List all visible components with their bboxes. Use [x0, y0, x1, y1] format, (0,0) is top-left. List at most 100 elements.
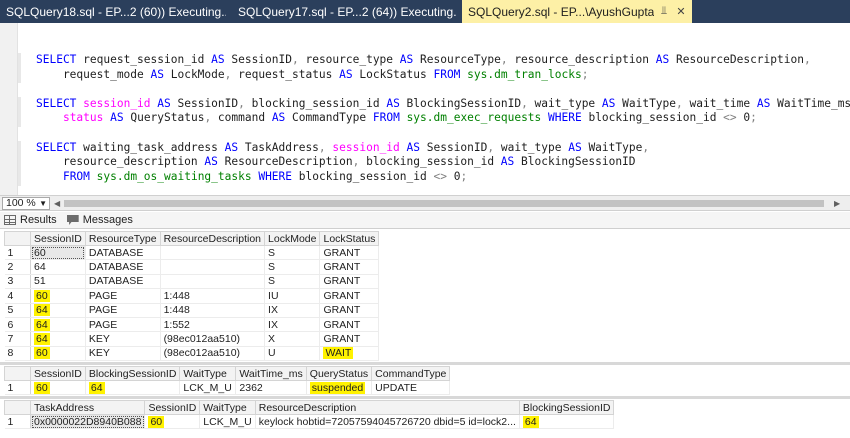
row-number[interactable]: 1 [4, 245, 31, 261]
tab-sqlquery17[interactable]: SQLQuery17.sql - EP...2 (64)) Executing.… [232, 0, 462, 23]
scroll-right-icon[interactable]: ▶ [834, 199, 840, 208]
column-header[interactable]: ResourceDescription [254, 400, 520, 415]
table-cell[interactable]: DATABASE [85, 245, 161, 261]
table-row[interactable]: 1 60 DATABASE S GRANT [4, 245, 380, 261]
column-header[interactable]: SessionID [30, 231, 86, 246]
table-cell[interactable]: 64 [30, 317, 86, 333]
code-line[interactable]: SELECT waiting_task_address AS TaskAddre… [36, 141, 850, 156]
zoom-dropdown[interactable]: 100 % ▼ [2, 197, 50, 210]
code-line[interactable]: SELECT request_session_id AS SessionID, … [36, 53, 850, 68]
row-number[interactable]: 1 [4, 380, 31, 396]
code-line[interactable]: resource_description AS ResourceDescript… [36, 155, 850, 170]
code-line[interactable]: SELECT session_id AS SessionID, blocking… [36, 97, 850, 112]
table-row[interactable]: 2 64 DATABASE S GRANT [4, 259, 380, 275]
table-cell[interactable]: S [264, 245, 321, 261]
table-row[interactable]: 3 51 DATABASE S GRANT [4, 274, 380, 290]
code-blank-line[interactable] [36, 126, 850, 141]
table-cell[interactable] [160, 259, 266, 275]
table-cell[interactable]: KEY [85, 346, 161, 361]
column-header[interactable]: ResourceType [84, 231, 161, 246]
table-cell[interactable]: 64 [85, 380, 181, 396]
tab-sqlquery18[interactable]: SQLQuery18.sql - EP...2 (60)) Executing.… [0, 0, 232, 23]
table-cell[interactable]: 64 [30, 303, 86, 318]
column-header[interactable]: LockStatus [319, 231, 380, 246]
column-header[interactable]: ResourceDescription [159, 231, 266, 246]
table-cell[interactable]: 60 [30, 245, 86, 261]
close-icon[interactable]: ✕ [674, 5, 688, 19]
row-number[interactable]: 3 [4, 274, 31, 290]
code-blank-line[interactable] [36, 82, 850, 97]
grid-corner[interactable] [4, 231, 31, 246]
row-number[interactable]: 1 [4, 414, 31, 430]
table-cell[interactable]: GRANT [319, 331, 380, 347]
results-grid-locks[interactable]: SessionID ResourceType ResourceDescription… [4, 231, 380, 361]
table-cell[interactable]: 60 [30, 380, 86, 396]
table-cell[interactable]: PAGE [85, 288, 161, 304]
messages-tab[interactable]: Messages [66, 214, 133, 226]
table-cell[interactable]: LCK_M_U [199, 414, 256, 430]
table-cell[interactable]: 1:552 [160, 317, 266, 333]
table-cell[interactable]: 1:448 [160, 303, 266, 318]
results-grid-requests[interactable]: SessionID BlockingSessionID WaitType WaitTi… [4, 366, 451, 396]
column-header[interactable]: BlockingSessionID [84, 366, 181, 381]
row-number[interactable]: 2 [4, 259, 31, 275]
sql-code[interactable]: SELECT request_session_id AS SessionID, … [36, 53, 850, 184]
table-cell[interactable]: suspended [306, 380, 373, 396]
table-cell[interactable]: 1:448 [160, 288, 266, 304]
table-cell[interactable]: 64 [30, 259, 86, 275]
column-header[interactable]: QueryStatus [305, 366, 373, 381]
table-cell[interactable]: (98ec012aa510) [160, 346, 266, 361]
column-header[interactable]: BlockingSessionID [518, 400, 615, 415]
table-row[interactable]: 4 60 PAGE 1:448 IU GRANT [4, 288, 380, 304]
column-header[interactable]: TaskAddress [29, 400, 146, 415]
column-header[interactable]: CommandType [371, 366, 451, 381]
query-editor[interactable]: SELECT request_session_id AS SessionID, … [0, 23, 850, 195]
table-cell[interactable]: GRANT [319, 317, 380, 333]
results-grid-waiting-tasks[interactable]: TaskAddress SessionID WaitType ResourceDesc… [4, 400, 615, 430]
table-cell[interactable]: IX [264, 303, 321, 318]
table-row[interactable]: 1 0x0000022D8940B088 60 LCK_M_U keylock hobt… [4, 414, 615, 430]
table-row[interactable]: 6 64 PAGE 1:552 IX GRANT [4, 317, 380, 333]
results-tab[interactable]: Results [4, 214, 57, 226]
row-number[interactable]: 4 [4, 288, 31, 304]
row-number[interactable]: 6 [4, 317, 31, 333]
table-cell[interactable]: 2362 [235, 380, 307, 396]
table-cell[interactable]: UPDATE [371, 380, 451, 396]
table-row[interactable]: 8 60 KEY (98ec012aa510) U WAIT [4, 346, 380, 361]
table-cell[interactable]: 51 [30, 274, 86, 290]
code-line[interactable]: status AS QueryStatus, command AS Comman… [36, 111, 850, 126]
table-cell[interactable]: GRANT [319, 259, 380, 275]
table-cell[interactable]: GRANT [319, 245, 380, 261]
grid-splitter[interactable] [0, 362, 850, 365]
column-header[interactable]: SessionID [30, 366, 86, 381]
row-number[interactable]: 8 [4, 346, 31, 361]
table-row[interactable]: 5 64 PAGE 1:448 IX GRANT [4, 303, 380, 318]
table-cell[interactable]: DATABASE [85, 274, 161, 290]
code-line[interactable]: request_mode AS LockMode, request_status… [36, 68, 850, 83]
table-cell[interactable]: X [264, 331, 321, 347]
table-cell[interactable]: DATABASE [85, 259, 161, 275]
table-cell[interactable]: 64 [30, 331, 86, 347]
table-cell[interactable]: IX [264, 317, 321, 333]
horizontal-scrollbar-thumb[interactable] [64, 200, 824, 207]
table-cell[interactable]: IU [264, 288, 321, 304]
column-header[interactable]: SessionID [144, 400, 201, 415]
table-cell[interactable]: U [264, 346, 321, 361]
table-cell[interactable]: WAIT [319, 346, 380, 361]
table-cell[interactable]: GRANT [319, 303, 380, 318]
tab-sqlquery2[interactable]: SQLQuery2.sql - EP...\AyushGupta2 (51))*… [462, 0, 692, 23]
table-cell[interactable]: 60 [144, 414, 201, 430]
column-header[interactable]: WaitTime_ms [235, 366, 307, 381]
table-cell[interactable]: S [264, 274, 321, 290]
table-cell[interactable] [160, 274, 266, 290]
table-row[interactable]: 1 60 64 LCK_M_U 2362 suspended UPDATE [4, 380, 451, 396]
grid-splitter[interactable] [0, 396, 850, 399]
table-cell[interactable]: GRANT [319, 288, 380, 304]
table-cell[interactable] [160, 245, 266, 261]
table-cell[interactable]: 60 [30, 288, 86, 304]
table-cell[interactable]: GRANT [319, 274, 380, 290]
column-header[interactable]: LockMode [264, 231, 321, 246]
table-cell[interactable]: S [264, 259, 321, 275]
column-header[interactable]: WaitType [199, 400, 256, 415]
table-cell[interactable]: KEY [85, 331, 161, 347]
